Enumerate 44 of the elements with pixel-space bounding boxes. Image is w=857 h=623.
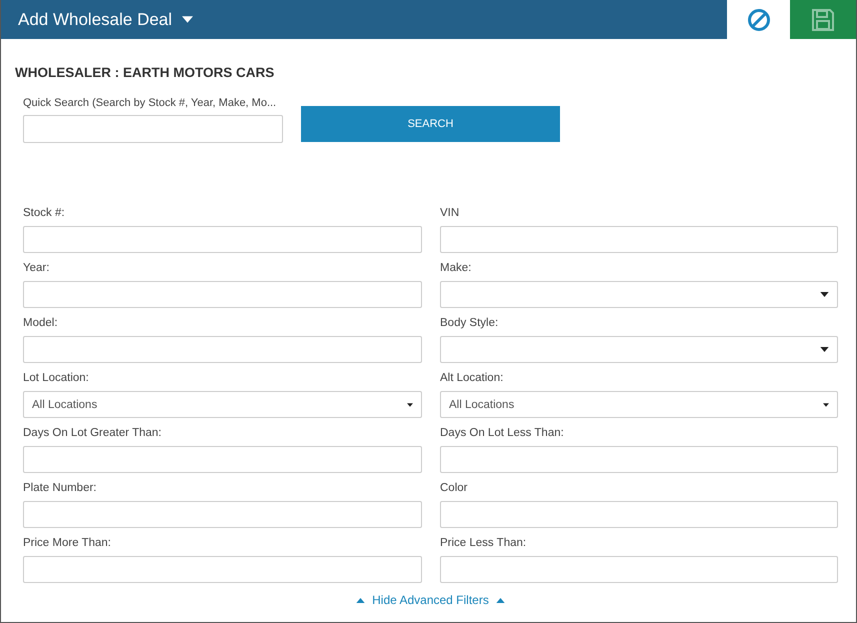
field-label: Stock #:	[23, 206, 66, 220]
input-field[interactable]	[440, 501, 838, 528]
field-label: Color	[440, 481, 468, 495]
caret-icon	[407, 402, 413, 408]
field-label: Days On Lot Greater Than:	[23, 426, 162, 440]
input-field[interactable]	[23, 446, 422, 473]
input-field[interactable]	[440, 556, 838, 583]
save-icon	[811, 8, 835, 32]
field-label: Year:	[23, 261, 50, 275]
input-field[interactable]	[440, 446, 838, 473]
caret-up-icon	[356, 598, 366, 602]
caret-icon	[182, 16, 194, 23]
quick-search-field[interactable]	[23, 115, 283, 143]
cancel-icon	[746, 8, 770, 32]
input-field[interactable]	[23, 501, 422, 528]
field-label: Quick Search (Search by Stock #, Year, Make, Mo...	[23, 97, 278, 109]
hide-filters-link[interactable]: Hide Advanced Filters	[350, 592, 511, 608]
field-label: Lot Location:	[23, 371, 90, 385]
input-field[interactable]	[23, 556, 422, 583]
field-label: VIN	[440, 206, 460, 220]
cancel-button[interactable]	[727, 0, 790, 39]
caret-icon	[823, 402, 829, 408]
select-field[interactable]: All Locations	[440, 391, 838, 418]
dropdown-field[interactable]	[440, 281, 838, 308]
wholesaler-heading: WHOLESALER : EARTH MOTORS CARS	[15, 65, 276, 80]
dropdown-field[interactable]	[440, 336, 838, 363]
input-field[interactable]	[23, 281, 422, 308]
input-field[interactable]	[440, 226, 838, 253]
caret-up-icon	[496, 598, 505, 602]
field-label: Price More Than:	[23, 536, 112, 550]
caret-icon	[820, 347, 829, 352]
field-label: Plate Number:	[23, 481, 98, 495]
caret-icon	[820, 292, 829, 297]
field-label: Model:	[23, 316, 59, 330]
field-label: Body Style:	[440, 316, 500, 330]
search-button[interactable]: SEARCH	[301, 106, 560, 142]
field-label: Price Less Than:	[440, 536, 528, 550]
input-field[interactable]	[23, 336, 422, 363]
select-field[interactable]: All Locations	[23, 391, 422, 418]
field-label: Make:	[440, 261, 472, 275]
input-field[interactable]	[23, 226, 422, 253]
field-label: Days On Lot Less Than:	[440, 426, 565, 440]
save-button[interactable]	[790, 0, 856, 39]
field-label: Alt Location:	[440, 371, 504, 385]
